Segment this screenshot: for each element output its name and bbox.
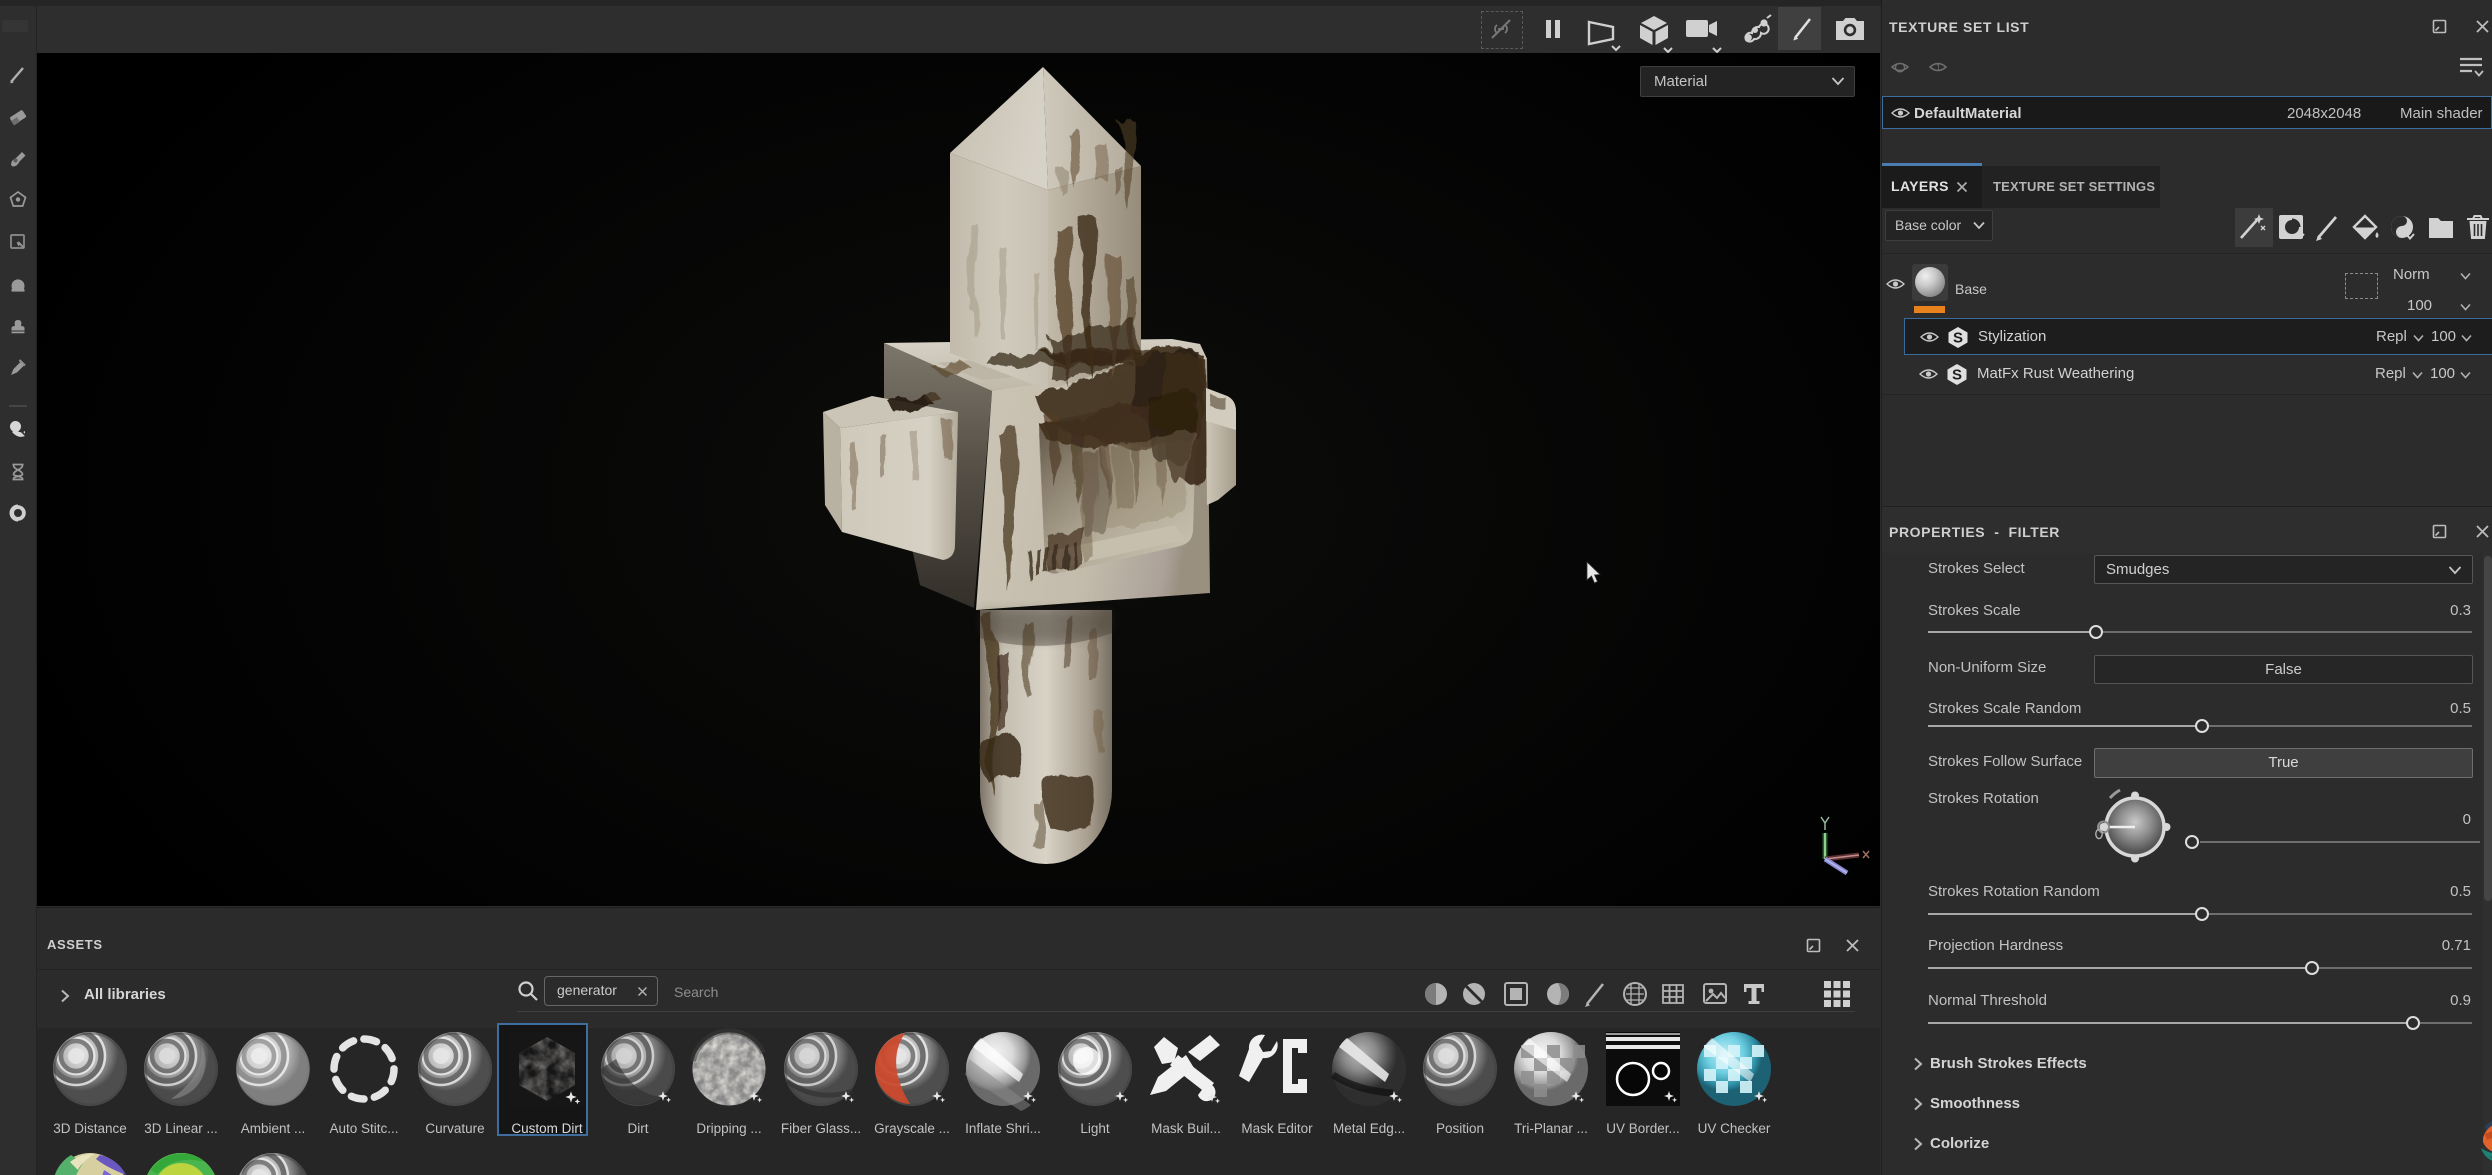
svg-text:Grayscale ...: Grayscale ... <box>874 1121 950 1136</box>
svg-text:Custom Dirt: Custom Dirt <box>511 1121 583 1136</box>
svg-text:Metal Edg...: Metal Edg... <box>1333 1121 1405 1136</box>
svg-text:UV Border...: UV Border... <box>1606 1121 1680 1136</box>
svg-text:Auto Stitc...: Auto Stitc... <box>329 1121 398 1136</box>
svg-text:Dirt: Dirt <box>628 1121 649 1136</box>
svg-text:S: S <box>1953 330 1963 347</box>
svg-text:Mask Editor: Mask Editor <box>1241 1121 1313 1136</box>
svg-text:Tri-Planar ...: Tri-Planar ... <box>1514 1121 1588 1136</box>
svg-text:1: 1 <box>1936 63 1941 73</box>
svg-text:3D Distance: 3D Distance <box>53 1121 127 1136</box>
svg-text:S: S <box>1952 367 1962 384</box>
svg-text:Light: Light <box>1080 1121 1110 1136</box>
svg-text:UV Checker: UV Checker <box>1698 1121 1771 1136</box>
svg-text:Ambient ...: Ambient ... <box>241 1121 306 1136</box>
svg-text:Fiber Glass...: Fiber Glass... <box>781 1121 861 1136</box>
svg-text:3D Linear ...: 3D Linear ... <box>144 1121 218 1136</box>
svg-text:Mask Buil...: Mask Buil... <box>1151 1121 1221 1136</box>
svg-text:Dripping ...: Dripping ... <box>696 1121 761 1136</box>
svg-text:Inflate Shri...: Inflate Shri... <box>965 1121 1041 1136</box>
svg-text:Curvature: Curvature <box>425 1121 484 1136</box>
svg-text:Position: Position <box>1436 1121 1484 1136</box>
